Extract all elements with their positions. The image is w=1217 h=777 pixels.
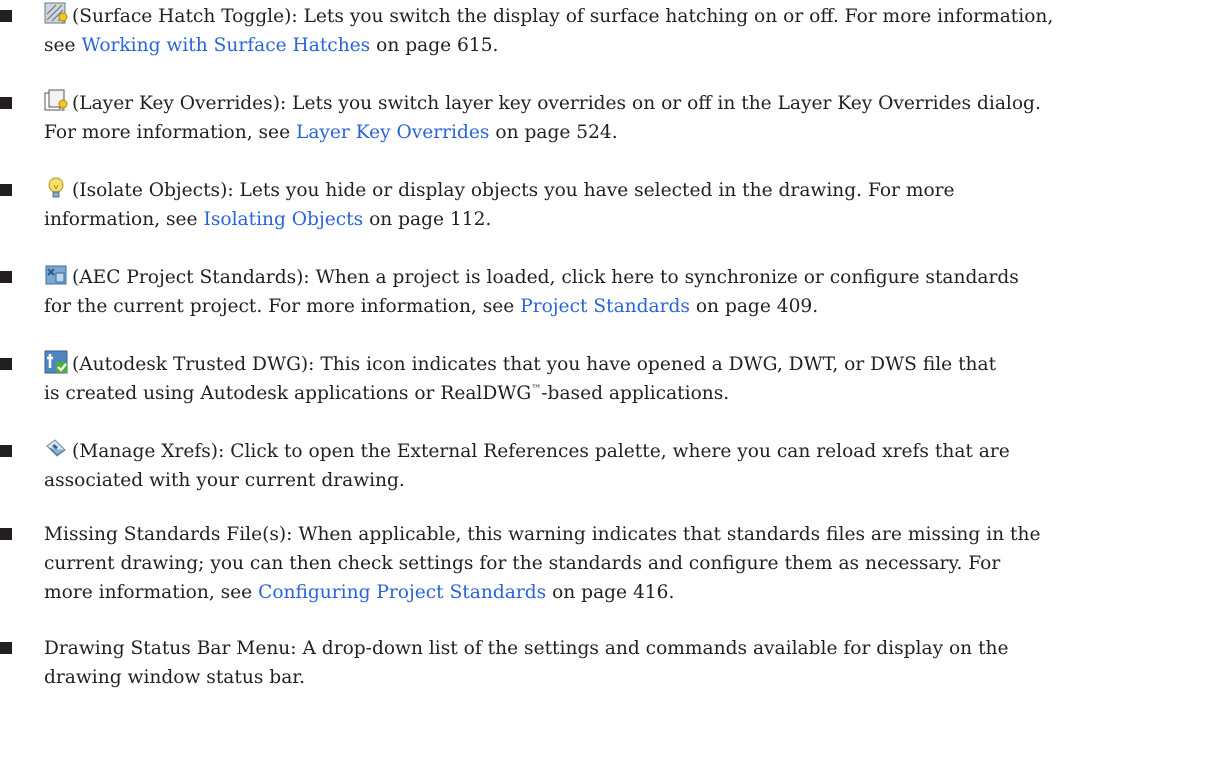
surface-hatch-toggle-icon: [44, 2, 68, 24]
item-label: (Manage Xrefs): [72, 441, 219, 462]
bullet: [0, 642, 12, 654]
link-project-standards[interactable]: Project Standards: [520, 296, 690, 317]
link-isolating-objects[interactable]: Isolating Objects: [203, 209, 363, 230]
layer-key-overrides-icon: [44, 89, 68, 111]
item-label: (Autodesk Trusted DWG): [72, 354, 309, 375]
item-label: Missing Standards File(s): [44, 524, 287, 545]
bullet: [0, 97, 12, 109]
bullet: [0, 10, 12, 22]
item-label: (Layer Key Overrides): [72, 93, 280, 114]
autodesk-trusted-dwg-icon: [44, 350, 68, 374]
link-working-with-surface-hatches[interactable]: Working with Surface Hatches: [81, 35, 370, 56]
link-layer-key-overrides[interactable]: Layer Key Overrides: [296, 122, 489, 143]
bullet: [0, 445, 12, 457]
bullet: [0, 358, 12, 370]
isolate-objects-icon: [48, 177, 64, 198]
aec-project-standards-icon: [45, 265, 67, 285]
link-configuring-project-standards[interactable]: Configuring Project Standards: [258, 582, 546, 603]
manage-xrefs-icon: [46, 439, 66, 457]
bullet: [0, 528, 12, 540]
bullet: [0, 271, 12, 283]
item-label: (AEC Project Standards): [72, 267, 304, 288]
item-label: (Surface Hatch Toggle): [72, 6, 292, 27]
item-label: Drawing Status Bar Menu: [44, 638, 291, 659]
bullet: [0, 184, 12, 196]
trademark: ™: [531, 383, 542, 395]
item-label: (Isolate Objects): [72, 180, 228, 201]
